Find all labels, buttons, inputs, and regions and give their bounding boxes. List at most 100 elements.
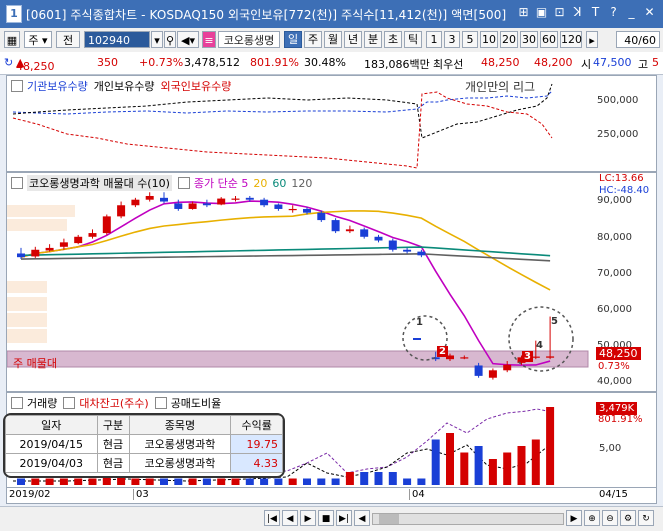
- price-chart: [7, 192, 589, 380]
- interval-10[interactable]: 10: [480, 31, 498, 48]
- candle: [460, 357, 469, 359]
- type-button[interactable]: 전: [56, 31, 80, 48]
- title-bar: 1 [0601] 주식종합차트 - KOSDAQ150 외국인보유[772(천)…: [0, 0, 663, 28]
- tab-month[interactable]: 월: [324, 31, 342, 48]
- table-row[interactable]: 2019/04/03 현금 코오롱생명과학 4.33: [5, 453, 283, 473]
- col-type: 구분: [96, 415, 130, 435]
- code-input[interactable]: 102940: [84, 31, 150, 48]
- scroll-right-icon[interactable]: ▶: [566, 510, 582, 526]
- y-tick-90000: 90,000: [597, 195, 632, 206]
- volume-bar: [260, 478, 269, 485]
- count-input[interactable]: 40/60: [616, 31, 660, 48]
- volume-bar: [174, 478, 183, 485]
- link-icon[interactable]: ⊞: [516, 4, 531, 21]
- tab-second[interactable]: 초: [384, 31, 402, 48]
- candle: [31, 249, 40, 257]
- volume-bar: [503, 452, 512, 485]
- toolbar: ▦ 주 ▾ 전 102940 ▾ ⚲ ◀▾ ≡ 코오롱생명 일 주 월 년 분 …: [0, 28, 663, 53]
- play-icon[interactable]: ▶: [300, 510, 316, 526]
- scroll-thumb[interactable]: [379, 514, 399, 524]
- help-icon[interactable]: ?: [606, 4, 621, 21]
- holdings-panel: 기관보유수량 개인보유수량 외국인보유수량 개인만의 리그 500,000 25…: [6, 75, 657, 172]
- candle: [360, 229, 369, 237]
- tab-minute[interactable]: 분: [364, 31, 382, 48]
- volume-bar: [546, 407, 555, 485]
- volume-bar: [74, 478, 83, 485]
- close-icon[interactable]: ✕: [642, 4, 657, 21]
- interval-1[interactable]: 1: [426, 31, 442, 48]
- tab-day[interactable]: 일: [284, 31, 302, 48]
- print-icon[interactable]: ⊡: [552, 4, 567, 21]
- candle: [174, 203, 183, 209]
- interval-5[interactable]: 5: [462, 31, 478, 48]
- first-icon[interactable]: |◀: [264, 510, 280, 526]
- annotation-3: 3: [522, 351, 533, 362]
- table-row[interactable]: 2019/04/15 현금 코오롱생명과학 19.75: [5, 434, 283, 454]
- refresh-icon[interactable]: ↻: [4, 56, 13, 69]
- scroll-left-icon[interactable]: ◀: [354, 510, 370, 526]
- search-icon[interactable]: ⚲: [164, 31, 176, 48]
- y-tick-70000: 70,000: [597, 268, 632, 279]
- text-icon[interactable]: T: [588, 4, 603, 21]
- tab-week[interactable]: 주: [304, 31, 322, 48]
- volume-bar: [202, 478, 211, 485]
- tab-tick[interactable]: 틱: [404, 31, 422, 48]
- cell-date: 2019/04/03: [5, 453, 98, 473]
- interval-120[interactable]: 120: [560, 31, 582, 48]
- layout-icon[interactable]: ▦: [4, 31, 20, 48]
- zoom-out-icon[interactable]: ⊖: [602, 510, 618, 526]
- annotation-1: 1: [416, 317, 423, 328]
- price-change: 350: [97, 56, 118, 69]
- candle: [331, 220, 340, 232]
- interval-60[interactable]: 60: [540, 31, 558, 48]
- interval-20[interactable]: 20: [500, 31, 518, 48]
- next-icon[interactable]: ▶|: [336, 510, 352, 526]
- font-icon[interactable]: ꓘ: [570, 4, 585, 21]
- candle: [345, 229, 354, 232]
- best-ask-label: 최우선: [433, 58, 464, 71]
- volume-bar: [517, 446, 526, 485]
- ma120-line: [20, 253, 551, 262]
- foreign-line: [12, 91, 553, 169]
- speaker-icon[interactable]: ◀▾: [177, 31, 199, 48]
- candle: [403, 249, 412, 252]
- candle: [317, 212, 326, 221]
- settings-icon[interactable]: ⚙: [620, 510, 636, 526]
- favorite-icon[interactable]: ≡: [202, 31, 216, 48]
- candle: [374, 236, 383, 241]
- volume-bar: [31, 478, 40, 485]
- interval-3[interactable]: 3: [444, 31, 460, 48]
- x-label-feb: 2019/02: [9, 489, 51, 500]
- volume-bar: [288, 478, 297, 485]
- more-icon[interactable]: ▸: [586, 31, 598, 48]
- prev-icon[interactable]: ◀: [282, 510, 298, 526]
- candle: [546, 356, 555, 358]
- scrollbar[interactable]: [372, 513, 564, 525]
- candle: [231, 198, 240, 200]
- volume-bar: [17, 478, 25, 485]
- open-label: 시: [581, 58, 592, 71]
- volume-bar: [488, 459, 497, 485]
- zoom-in-icon[interactable]: ⊕: [584, 510, 600, 526]
- candle: [117, 205, 126, 217]
- candle: [74, 236, 83, 244]
- stock-name: 코오롱생명: [218, 31, 280, 48]
- dropdown-icon[interactable]: ▾: [151, 31, 163, 48]
- market-select[interactable]: 주 ▾: [24, 31, 52, 48]
- candle: [274, 204, 283, 209]
- save-icon[interactable]: ▣: [534, 4, 549, 21]
- stop-icon[interactable]: ■: [318, 510, 334, 526]
- refresh-icon[interactable]: ↻: [638, 510, 654, 526]
- trades-table: 일자 구분 종목명 수익률 2019/04/15 현금 코오롱생명과학 19.7…: [3, 413, 285, 478]
- minimize-icon[interactable]: _: [624, 4, 639, 21]
- candle: [388, 240, 397, 250]
- col-return: 수익률: [230, 415, 283, 435]
- x-label-mar: 03: [133, 489, 149, 500]
- interval-30[interactable]: 30: [520, 31, 538, 48]
- volume-bar: [446, 433, 454, 485]
- candle: [245, 197, 254, 200]
- change-percent: +0.73%: [139, 56, 184, 69]
- candle: [303, 208, 311, 213]
- tab-year[interactable]: 년: [344, 31, 362, 48]
- candle: [59, 242, 68, 247]
